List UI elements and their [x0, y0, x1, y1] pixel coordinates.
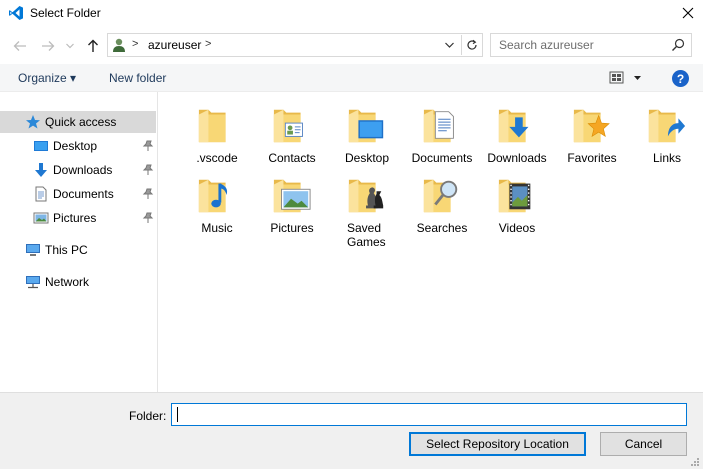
address-bar[interactable]: > azureuser > [107, 33, 483, 57]
command-bar: Organize ▾ New folder ? [0, 64, 703, 92]
film-strip-folder-icon [498, 179, 531, 213]
back-button[interactable] [11, 37, 29, 55]
refresh-icon [466, 39, 477, 50]
window-title: Select Folder [30, 6, 101, 20]
text-caret [177, 407, 178, 422]
nav-network[interactable]: Network [0, 271, 156, 293]
arrow-up-icon [88, 39, 98, 52]
folder-folder-icon [198, 109, 226, 143]
folder-label: Favorites [567, 151, 617, 165]
pin-icon[interactable] [142, 164, 154, 176]
folder-item[interactable]: Contacts [254, 92, 330, 165]
navigation-pane: Quick access Desktop Downloads Documents [0, 92, 158, 392]
folder-item[interactable]: .vscode [179, 92, 255, 165]
folder-label: Saved Games [347, 221, 386, 249]
folder-item[interactable]: Documents [404, 92, 480, 165]
help-button[interactable]: ? [672, 70, 689, 87]
dialog-footer: Folder: Select Repository Location Cance… [0, 392, 703, 469]
chevron-down-icon [66, 43, 74, 49]
computer-icon [26, 244, 40, 256]
nav-pictures[interactable]: Pictures [0, 207, 156, 229]
folder-view: .vscode Contacts Desktop Documents Downloads… [160, 92, 703, 392]
nav-label: Pictures [53, 211, 97, 225]
new-folder-button[interactable]: New folder [109, 71, 166, 85]
nav-label: Desktop [53, 139, 98, 153]
pin-icon[interactable] [142, 140, 154, 152]
close-button[interactable] [672, 0, 703, 26]
downloads-icon [35, 163, 47, 177]
breadcrumb-azureuser[interactable]: azureuser [148, 38, 201, 52]
organize-button[interactable]: Organize ▾ [18, 71, 76, 85]
folder-label: Pictures [270, 221, 314, 235]
breadcrumb-separator[interactable]: > [205, 38, 211, 50]
folder-label: Folder: [129, 409, 167, 423]
folder-input[interactable] [171, 403, 687, 426]
select-repository-location-button[interactable]: Select Repository Location [409, 432, 586, 456]
folder-item[interactable]: Downloads [479, 92, 555, 165]
documents-icon [35, 186, 47, 202]
contact-card-folder-icon [273, 109, 303, 143]
folder-item[interactable]: Searches [404, 162, 480, 235]
nav-label: Documents [53, 187, 114, 201]
document-page-folder-icon [423, 109, 454, 143]
nav-quick-access[interactable]: Quick access [0, 111, 156, 133]
nav-label: This PC [45, 243, 88, 257]
pin-icon[interactable] [142, 212, 154, 224]
landscape-photo-folder-icon [273, 179, 311, 213]
view-options-icon [609, 71, 641, 84]
search-placeholder: Search azureuser [499, 38, 594, 52]
star-folder-icon [573, 109, 610, 143]
close-icon [682, 7, 693, 19]
resize-grip-icon[interactable] [690, 457, 700, 467]
folder-label: Links [652, 151, 681, 165]
up-button[interactable] [84, 37, 102, 55]
music-note-folder-icon [198, 179, 228, 213]
nav-this-pc[interactable]: This PC [0, 239, 156, 261]
folder-item[interactable]: Desktop [329, 92, 405, 165]
nav-label: Downloads [53, 163, 113, 177]
folder-item[interactable]: Favorites [554, 92, 630, 165]
folder-label: Music [201, 221, 233, 235]
folder-label: Searches [416, 221, 468, 235]
change-view-button[interactable] [609, 70, 643, 86]
nav-downloads[interactable]: Downloads [0, 159, 156, 181]
folder-item[interactable]: Videos [479, 162, 555, 235]
search-box[interactable]: Search azureuser [490, 33, 692, 57]
star-icon [26, 115, 40, 129]
title-bar: Select Folder [0, 0, 703, 28]
breadcrumb-separator: > [132, 38, 139, 50]
network-icon [26, 276, 40, 289]
arrow-right-icon [42, 41, 55, 51]
search-icon[interactable] [671, 38, 685, 52]
nav-label: Quick access [45, 115, 117, 129]
desktop-icon [34, 141, 48, 151]
link-arrow-folder-icon [648, 109, 686, 143]
address-dropdown-button[interactable] [441, 37, 457, 53]
folder-item[interactable]: Links [629, 92, 703, 165]
folder-label: Videos [498, 221, 536, 235]
cancel-button[interactable]: Cancel [600, 432, 687, 456]
chess-pieces-folder-icon [348, 179, 384, 213]
arrow-left-icon [13, 41, 26, 51]
folder-item[interactable]: Music [179, 162, 255, 235]
nav-desktop[interactable]: Desktop [0, 135, 156, 157]
magnifier-folder-icon [423, 179, 458, 213]
pin-icon[interactable] [142, 188, 154, 200]
pictures-icon [33, 212, 49, 224]
nav-label: Network [45, 275, 90, 289]
desktop-screen-folder-icon [348, 109, 384, 143]
forward-button[interactable] [39, 37, 57, 55]
folder-item[interactable]: Saved Games [329, 162, 405, 249]
refresh-button[interactable] [461, 35, 481, 55]
recent-locations-button[interactable] [64, 37, 76, 55]
chevron-down-icon [444, 42, 454, 48]
user-icon [113, 38, 125, 52]
vscode-icon [9, 6, 23, 20]
download-arrow-folder-icon [498, 109, 529, 143]
folder-item[interactable]: Pictures [254, 162, 330, 235]
nav-documents[interactable]: Documents [0, 183, 156, 205]
